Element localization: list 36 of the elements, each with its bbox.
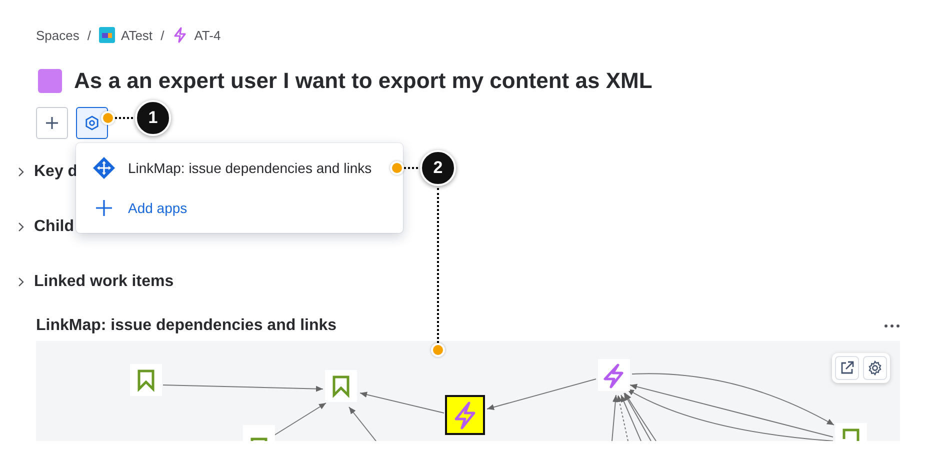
bookmark-node[interactable]	[243, 425, 275, 441]
bookmark-node[interactable]	[325, 370, 357, 402]
settings-button[interactable]	[863, 356, 887, 380]
issue-title: As a an expert user I want to export my content as XML	[74, 68, 652, 94]
add-apps-item[interactable]: Add apps	[76, 188, 403, 228]
chevron-icon[interactable]	[16, 222, 26, 232]
open-external-button[interactable]	[835, 356, 859, 380]
breadcrumb-separator: /	[160, 28, 164, 42]
lightning-node[interactable]	[598, 359, 630, 391]
add-button[interactable]	[36, 107, 68, 139]
breadcrumb-link[interactable]: Spaces	[36, 28, 80, 42]
hexagon-icon	[84, 115, 100, 131]
app-menu-item[interactable]: LinkMap: issue dependencies and links	[76, 148, 403, 188]
breadcrumb-link[interactable]: ATest	[121, 28, 153, 42]
project-icon	[99, 27, 115, 43]
breadcrumb-link[interactable]: AT-4	[194, 28, 221, 42]
chevron-icon[interactable]	[16, 166, 26, 176]
bookmark-node[interactable]	[835, 423, 867, 441]
marker-dot	[101, 111, 115, 125]
link-arrow	[272, 402, 326, 436]
lightning-node[interactable]	[445, 395, 485, 435]
open-external-icon	[839, 360, 855, 376]
bookmark-node[interactable]	[130, 364, 162, 396]
breadcrumb-separator: /	[87, 28, 91, 42]
section-heading[interactable]: Linked work items	[34, 272, 174, 290]
plus-icon	[44, 115, 60, 131]
callout-badge: 1	[135, 100, 171, 136]
apps-button[interactable]	[76, 107, 108, 139]
diamond-arrows-icon	[92, 156, 116, 180]
callout-badge: 2	[420, 150, 456, 186]
settings-icon	[867, 360, 883, 376]
section-heading: LinkMap: issue dependencies and links	[36, 317, 337, 335]
section-heading[interactable]: Child	[34, 218, 74, 236]
chevron-icon[interactable]	[16, 276, 26, 286]
lightning-icon	[172, 27, 188, 43]
more-icon[interactable]	[884, 324, 900, 328]
